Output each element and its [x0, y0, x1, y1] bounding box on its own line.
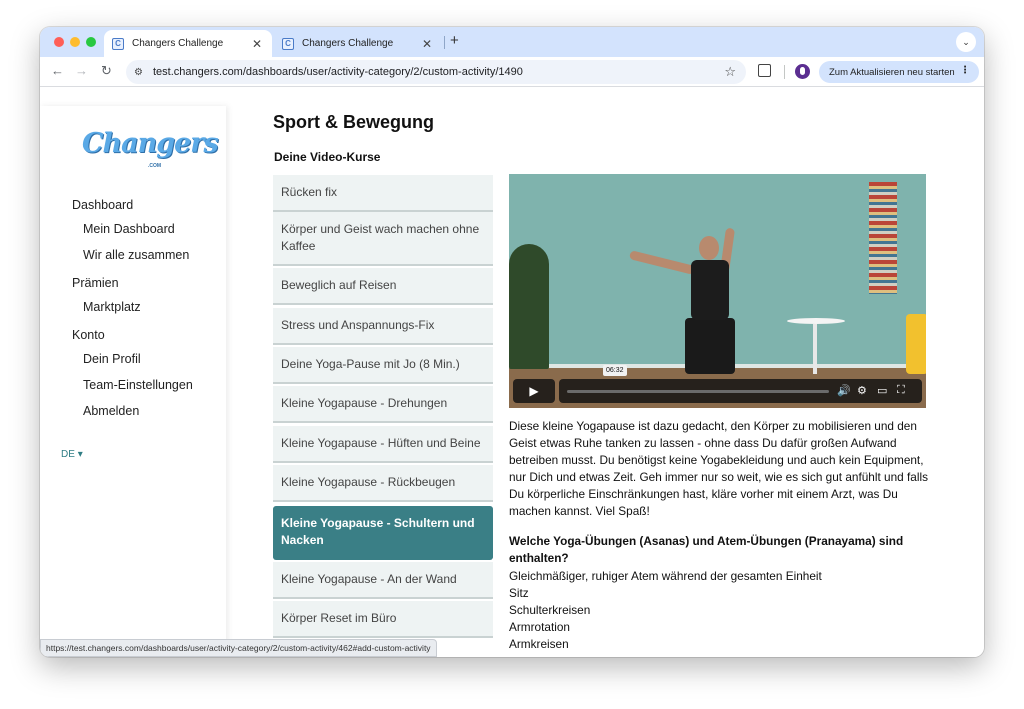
- site-info-icon[interactable]: ⚙: [134, 67, 143, 78]
- video-scene-arm-left: [628, 250, 696, 275]
- video-scene-plant: [509, 244, 549, 369]
- video-progress-bar[interactable]: [567, 389, 829, 393]
- course-item[interactable]: Kleine Yogapause - Drehungen: [273, 386, 493, 423]
- exercise-item: Gleichmäßiger, ruhiger Atem während der …: [509, 569, 822, 583]
- browser-toolbar: ← → ↻ ⚙ test.changers.com/dashboards/use…: [40, 57, 984, 87]
- course-item[interactable]: Kleine Yogapause - An der Wand: [273, 562, 493, 599]
- page-content: Changers .COM Dashboard Mein Dashboard W…: [40, 88, 984, 657]
- profile-icon[interactable]: [795, 64, 810, 79]
- tab-search-chevron-icon[interactable]: ⌄: [956, 32, 976, 52]
- course-item[interactable]: Kleine Yogapause - Hüften und Beine: [273, 426, 493, 463]
- section-title: Deine Video-Kurse: [274, 150, 381, 164]
- nav-group-konto: Konto: [72, 328, 105, 342]
- caret-down-icon: ▾: [77, 449, 83, 460]
- nav-item-dein-profil[interactable]: Dein Profil: [83, 352, 141, 366]
- course-item[interactable]: Beweglich auf Reisen: [273, 268, 493, 305]
- play-icon[interactable]: ▶: [513, 378, 555, 403]
- exercises-heading: Welche Yoga-Übungen (Asanas) und Atem-Üb…: [509, 534, 904, 565]
- extensions-icon[interactable]: [758, 64, 771, 77]
- toolbar-separator: [784, 65, 785, 79]
- volume-icon[interactable]: 🔊: [837, 384, 851, 397]
- language-selector[interactable]: DE ▾: [61, 449, 83, 460]
- browser-window: C Changers Challenge ✕ C Changers Challe…: [40, 27, 984, 657]
- course-description: Diese kleine Yogapause ist dazu gedacht,…: [509, 419, 928, 518]
- video-scene-bookshelf: [869, 182, 897, 294]
- course-item[interactable]: Stress und Anspannungs-Fix: [273, 308, 493, 345]
- video-control-bar: 06:32 🔊 ⚙ ▭ ⛶: [559, 364, 922, 403]
- course-item[interactable]: Körper Reset im Büro: [273, 601, 493, 638]
- tab-title: Changers Challenge: [132, 38, 224, 49]
- exercise-item: Schulterkreisen: [509, 603, 591, 617]
- tab-separator: [444, 36, 445, 49]
- back-arrow-icon[interactable]: ←: [51, 63, 64, 78]
- close-tab-icon[interactable]: ✕: [252, 37, 262, 51]
- changers-logo[interactable]: Changers: [82, 128, 219, 159]
- reload-icon[interactable]: ↻: [101, 63, 112, 79]
- nav-item-abmelden[interactable]: Abmelden: [83, 404, 139, 418]
- exercise-item: Sitz: [509, 586, 529, 600]
- url-text: test.changers.com/dashboards/user/activi…: [152, 66, 523, 78]
- forward-arrow-icon[interactable]: →: [75, 63, 88, 78]
- nav-item-marktplatz[interactable]: Marktplatz: [83, 300, 141, 314]
- picture-in-picture-icon[interactable]: ▭: [877, 384, 887, 397]
- restart-to-update-button[interactable]: Zum Aktualisieren neu starten ⋮: [819, 61, 979, 83]
- close-tab-icon[interactable]: ✕: [422, 37, 432, 51]
- more-menu-icon[interactable]: ⋮: [960, 65, 970, 76]
- address-bar[interactable]: ⚙ test.changers.com/dashboards/user/acti…: [126, 60, 746, 84]
- video-player[interactable]: ▶ 06:32 🔊 ⚙ ▭ ⛶: [509, 174, 926, 408]
- language-label: DE: [61, 449, 75, 460]
- exercise-item: Armrotation: [509, 620, 570, 634]
- logo-suffix: .COM: [148, 163, 162, 169]
- tab-strip: C Changers Challenge ✕ C Changers Challe…: [40, 27, 984, 57]
- video-controls: ▶ 06:32 🔊 ⚙ ▭ ⛶: [513, 364, 922, 403]
- favicon-icon: C: [282, 37, 294, 50]
- nav-item-mein-dashboard[interactable]: Mein Dashboard: [83, 222, 175, 236]
- course-item[interactable]: Körper und Geist wach machen ohne Kaffee: [273, 212, 493, 266]
- nav-group-praemien: Prämien: [72, 276, 119, 290]
- nav-group-dashboard: Dashboard: [72, 198, 134, 212]
- course-item[interactable]: Kleine Yogapause - Rückbeugen: [273, 465, 493, 502]
- settings-gear-icon[interactable]: ⚙: [857, 384, 867, 397]
- status-bar-link-preview: https://test.changers.com/dashboards/use…: [40, 639, 437, 657]
- video-duration: 06:32: [603, 364, 627, 376]
- video-scene-armchair: [906, 314, 926, 374]
- tab-inactive[interactable]: C Changers Challenge ✕: [274, 30, 442, 57]
- new-tab-icon[interactable]: +: [450, 32, 459, 49]
- restart-to-update-label: Zum Aktualisieren neu starten: [829, 66, 955, 78]
- minimize-window-button[interactable]: [70, 37, 80, 47]
- close-window-button[interactable]: [54, 37, 64, 47]
- sidebar: Changers .COM Dashboard Mein Dashboard W…: [40, 106, 226, 657]
- favicon-icon: C: [112, 37, 124, 50]
- course-item[interactable]: Rücken fix: [273, 175, 493, 212]
- course-item[interactable]: Deine Yoga-Pause mit Jo (8 Min.): [273, 347, 493, 384]
- tab-active[interactable]: C Changers Challenge ✕: [104, 30, 272, 57]
- video-scene-table-leg: [813, 324, 817, 374]
- page-title: Sport & Bewegung: [273, 112, 434, 132]
- zoom-window-button[interactable]: [86, 37, 96, 47]
- course-item-active[interactable]: Kleine Yogapause - Schultern und Nacken: [273, 506, 493, 560]
- nav-item-wir-alle-zusammen[interactable]: Wir alle zusammen: [83, 248, 189, 262]
- video-scene-legs: [685, 318, 735, 374]
- video-scene-torso: [691, 260, 729, 320]
- bookmark-star-icon[interactable]: ☆: [724, 64, 736, 80]
- fullscreen-icon[interactable]: ⛶: [897, 384, 905, 397]
- video-scene-head: [699, 236, 719, 260]
- exercise-item: Armkreisen: [509, 637, 569, 651]
- tab-title: Changers Challenge: [302, 38, 394, 49]
- nav-item-team-einstellungen[interactable]: Team-Einstellungen: [83, 378, 193, 392]
